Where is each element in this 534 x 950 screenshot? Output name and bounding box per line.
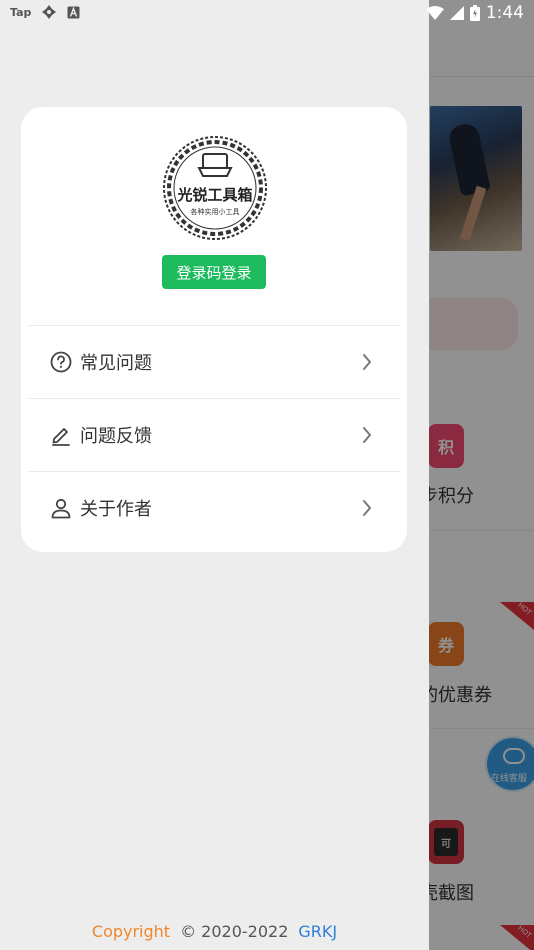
drawer-card: 光锐工具箱 各种实用小工具 登录码登录 常见问题 问题反馈 关于作者 xyxy=(21,107,407,552)
signal-icon xyxy=(449,6,464,20)
chevron-right-icon xyxy=(363,500,371,516)
status-app-label: Tap xyxy=(10,5,32,19)
a-icon xyxy=(67,6,80,18)
copyright-years: © 2020-2022 xyxy=(180,922,289,941)
pencil-icon xyxy=(52,428,70,446)
menu-label-feedback: 问题反馈 xyxy=(80,426,152,447)
company-link[interactable]: GRKJ xyxy=(298,922,337,941)
chevron-right-icon xyxy=(363,427,371,443)
menu-label-faq: 常见问题 xyxy=(80,353,152,374)
copyright-word: Copyright xyxy=(91,922,171,941)
login-code-button[interactable]: 登录码登录 xyxy=(162,255,266,289)
person-icon xyxy=(51,498,71,519)
app-logo: 光锐工具箱 各种实用小工具 xyxy=(163,136,267,240)
menu-item-faq[interactable]: 常见问题 xyxy=(28,326,400,398)
menu-label-about: 关于作者 xyxy=(80,499,152,520)
battery-icon xyxy=(469,5,480,21)
status-time: 1:44 xyxy=(485,3,524,23)
menu-item-feedback[interactable]: 问题反馈 xyxy=(28,399,400,471)
logo-subtitle: 各种实用小工具 xyxy=(191,207,240,216)
chevron-right-icon xyxy=(363,354,371,370)
wifi-icon xyxy=(425,6,444,20)
status-bar: Tap 1:44 xyxy=(0,0,534,28)
pinwheel-icon xyxy=(42,5,57,19)
navigation-drawer: 光锐工具箱 各种实用小工具 登录码登录 常见问题 问题反馈 关于作者 Copyr… xyxy=(0,0,429,950)
menu-item-about[interactable]: 关于作者 xyxy=(28,472,400,544)
logo-title: 光锐工具箱 xyxy=(176,186,252,204)
question-circle-icon xyxy=(50,351,72,373)
copyright-footer: Copyright © 2020-2022 GRKJ xyxy=(0,922,429,941)
